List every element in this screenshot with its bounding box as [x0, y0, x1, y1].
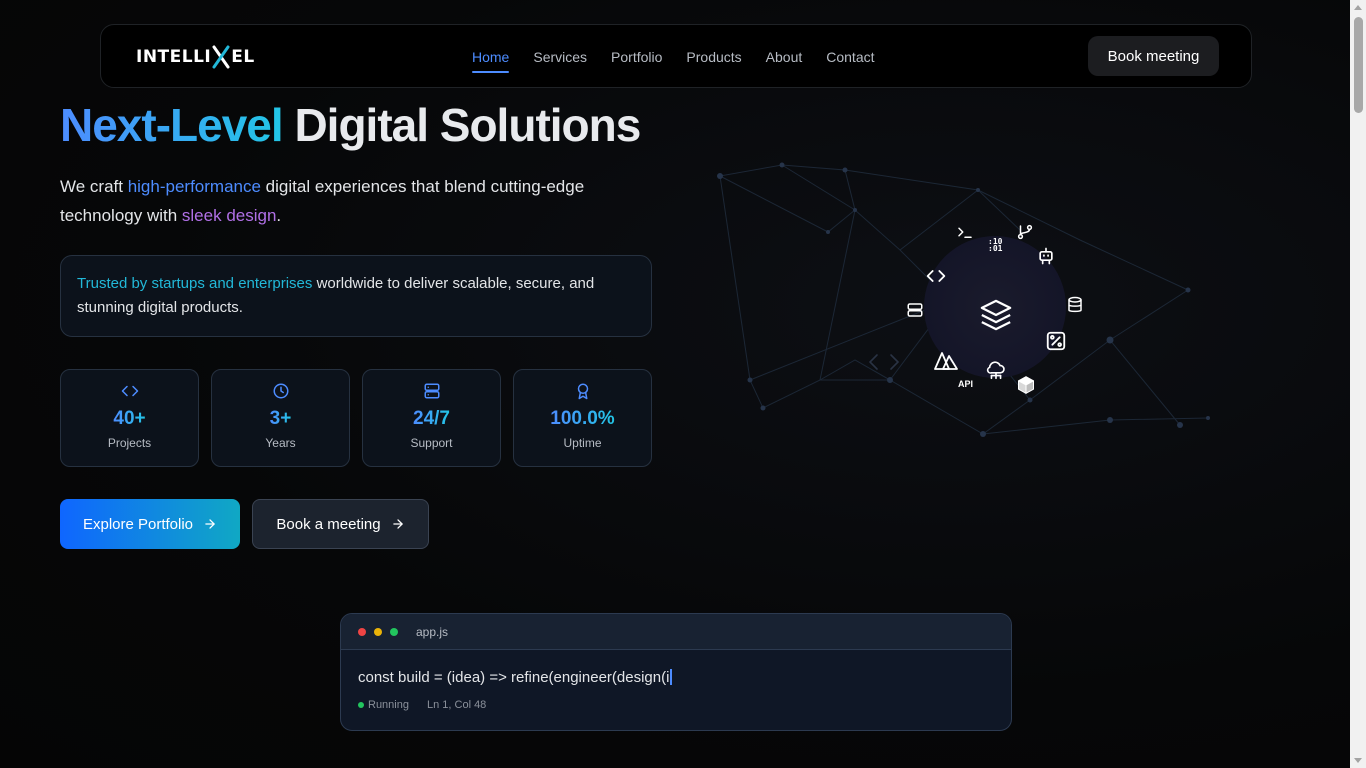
- tech-orbit-illustration: :10 :01 API: [700, 150, 1220, 450]
- stat-label: Support: [410, 436, 453, 450]
- logo-x-mark: [212, 45, 230, 69]
- server-icon: [424, 383, 439, 399]
- status-dot: [358, 702, 364, 708]
- hero-subtitle-highlight-blue: high-performance: [127, 177, 261, 196]
- hero-title-highlight: Next-Level: [60, 99, 284, 151]
- award-icon: [577, 383, 588, 400]
- stat-card-projects: 40+ Projects: [60, 369, 199, 467]
- stat-value: 3+: [269, 408, 292, 429]
- logo-text-left: INTELLI: [136, 47, 212, 67]
- code-filename: app.js: [416, 624, 449, 639]
- stat-card-years: 3+ Years: [211, 369, 350, 467]
- stat-label: Projects: [107, 436, 152, 450]
- hero-subtitle: We craft high-performance digital experi…: [60, 172, 660, 230]
- code-editor-window: app.js const build = (idea) => refine(en…: [340, 613, 1012, 731]
- hero-subtitle-part: .: [276, 206, 282, 225]
- text-caret: [670, 669, 673, 685]
- stats-row: 40+ Projects 3+ Years 24/7 Support 100.0…: [60, 369, 652, 467]
- hero-subtitle-highlight-purple: sleek design: [181, 206, 277, 225]
- git-branch-icon: [1017, 224, 1033, 240]
- clock-icon: [273, 383, 288, 399]
- binary-icon: :10 :01: [988, 237, 1003, 253]
- stat-label: Uptime: [563, 436, 602, 450]
- database-icon: [1068, 296, 1082, 313]
- explore-portfolio-label: Explore Portfolio: [82, 515, 194, 533]
- box-icon: [1018, 376, 1034, 394]
- triangle-logo-icon: [934, 352, 958, 370]
- stat-label: Years: [265, 436, 296, 450]
- code-brackets-icon: [926, 270, 946, 282]
- book-a-meeting-label: Book a meeting: [276, 515, 381, 533]
- code-icon: [121, 385, 138, 397]
- stat-card-support: 24/7 Support: [362, 369, 501, 467]
- server-rack-icon: [907, 303, 923, 317]
- chip-icon: [1046, 331, 1066, 351]
- api-icon: API: [958, 379, 974, 389]
- code-status-bar: Running Ln 1, Col 48: [358, 699, 486, 711]
- scroll-up-arrow-icon[interactable]: [1354, 5, 1362, 10]
- top-navbar: INTELLI EL Home Services Portfolio Produ…: [100, 24, 1252, 88]
- code-editor-header: app.js: [341, 614, 1011, 650]
- terminal-icon: [958, 227, 972, 238]
- hero-subtitle-part: We craft: [60, 177, 128, 196]
- layers-icon: [980, 299, 1012, 331]
- book-a-meeting-button[interactable]: Book a meeting: [252, 499, 429, 549]
- scroll-down-arrow-icon[interactable]: [1354, 758, 1362, 763]
- nav-link-products[interactable]: Products: [686, 43, 741, 71]
- cloud-network-icon: [986, 361, 1005, 380]
- nav-links: Home Services Portfolio Products About C…: [472, 25, 899, 89]
- window-maximize-dot[interactable]: [390, 627, 398, 636]
- logo-text-right: EL: [231, 47, 255, 67]
- stat-card-uptime: 100.0% Uptime: [513, 369, 652, 467]
- trust-highlight: Trusted by startups and enterprises: [77, 275, 313, 292]
- nav-link-services[interactable]: Services: [533, 43, 587, 71]
- code-line: const build = (idea) => refine(engineer(…: [358, 669, 673, 686]
- page-scrollbar[interactable]: [1350, 0, 1366, 768]
- hero-title: Next-Level Digital Solutions: [60, 98, 641, 152]
- stat-value: 24/7: [413, 408, 450, 429]
- nav-link-contact[interactable]: Contact: [826, 43, 874, 71]
- cursor-position: Ln 1, Col 48: [426, 699, 487, 711]
- window-close-dot[interactable]: [358, 627, 366, 636]
- nav-link-home[interactable]: Home: [472, 43, 510, 73]
- logo[interactable]: INTELLI EL: [136, 45, 255, 69]
- nav-link-about[interactable]: About: [766, 43, 803, 71]
- arrow-right-icon: [392, 519, 403, 529]
- book-meeting-button[interactable]: Book meeting: [1088, 36, 1219, 76]
- hero-title-rest: Digital Solutions: [294, 99, 641, 151]
- robot-icon: [1039, 247, 1053, 265]
- scroll-thumb[interactable]: [1354, 17, 1363, 113]
- trust-callout: Trusted by startups and enterprises worl…: [60, 255, 652, 337]
- stat-value: 100.0%: [550, 408, 615, 429]
- arrow-right-icon: [205, 519, 215, 529]
- status-running: Running: [368, 699, 409, 711]
- window-minimize-dot[interactable]: [374, 627, 382, 636]
- nav-link-portfolio[interactable]: Portfolio: [611, 43, 662, 71]
- code-text: const build = (idea) => refine(engineer(…: [358, 669, 670, 686]
- explore-portfolio-button[interactable]: Explore Portfolio: [60, 499, 240, 549]
- stat-value: 40+: [113, 408, 146, 429]
